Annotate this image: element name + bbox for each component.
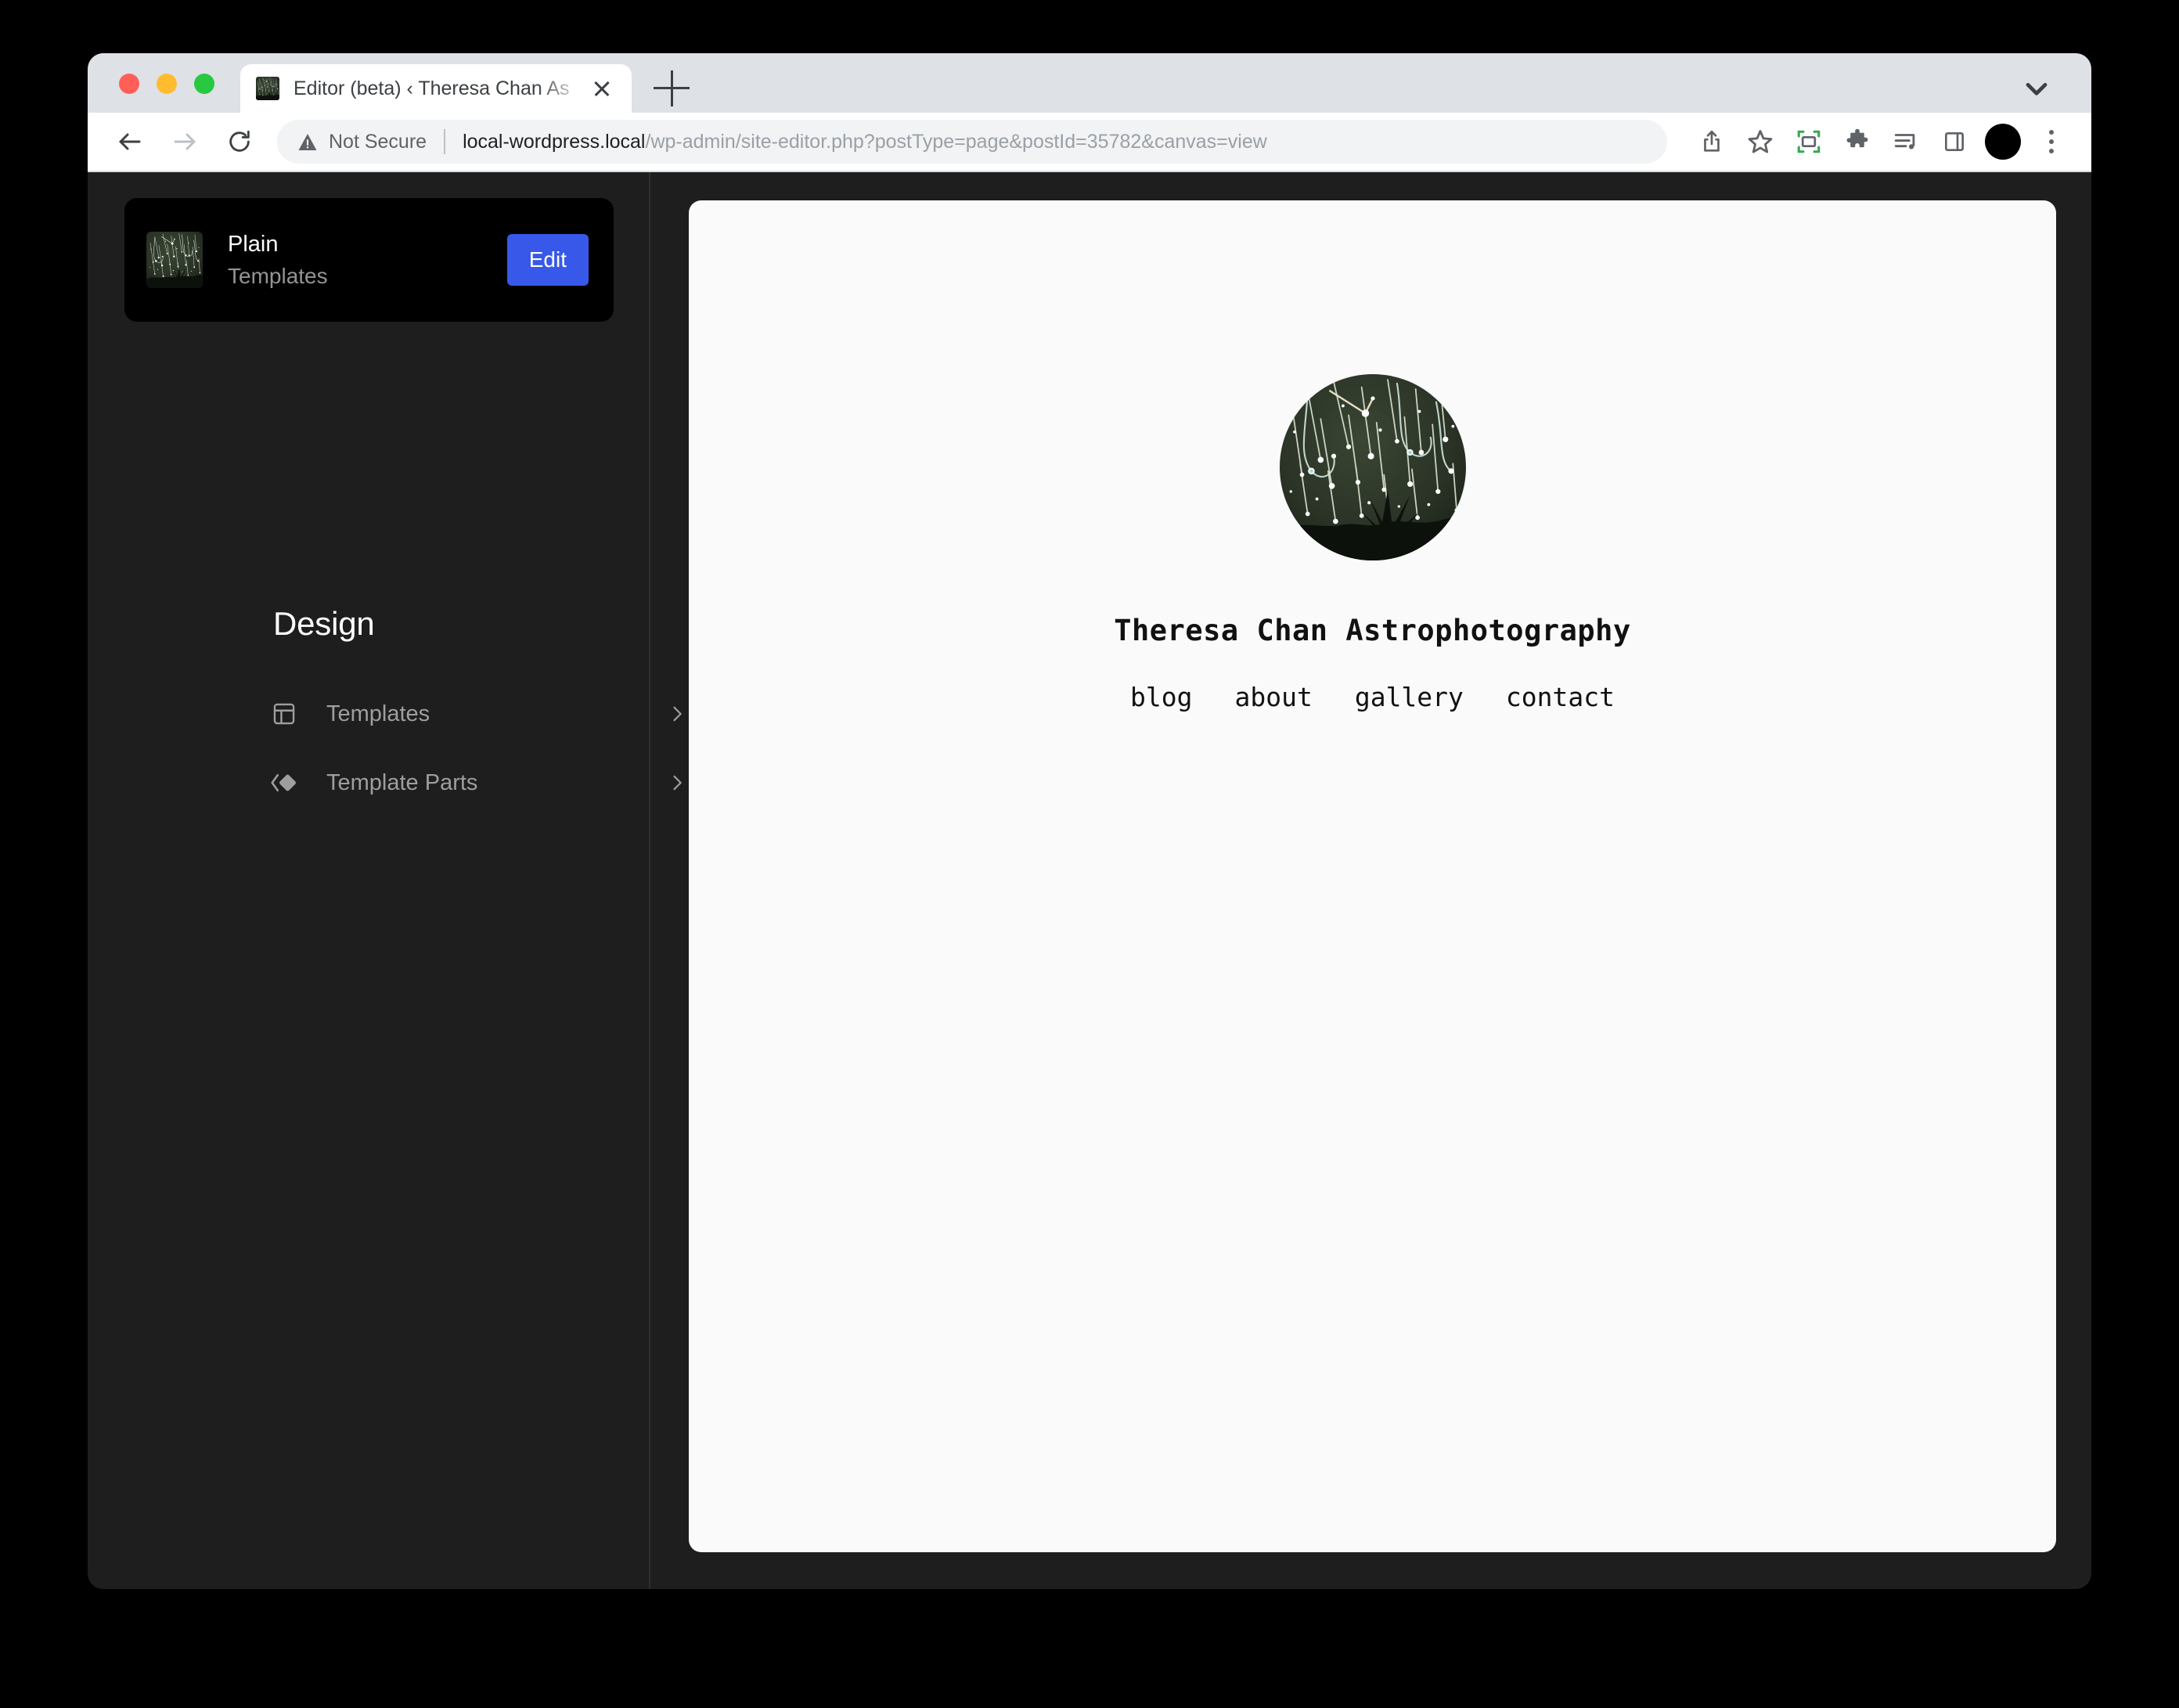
extensions-puzzle-icon[interactable] bbox=[1833, 117, 1882, 166]
screen-capture-icon[interactable] bbox=[1785, 117, 1833, 166]
media-playlist-icon[interactable] bbox=[1882, 117, 1930, 166]
nav-link-gallery[interactable]: gallery bbox=[1355, 682, 1464, 712]
omnibox[interactable]: Not Secure local-wordpress.local/wp-admi… bbox=[277, 120, 1667, 164]
site-title: Theresa Chan Astrophotography bbox=[1114, 614, 1631, 647]
close-window-button[interactable] bbox=[119, 74, 139, 94]
close-icon[interactable] bbox=[588, 74, 616, 103]
site-thumbnail bbox=[146, 232, 203, 288]
url-host: local-wordpress.local bbox=[463, 130, 646, 153]
layout-icon bbox=[264, 694, 304, 734]
reload-icon[interactable] bbox=[219, 121, 260, 162]
site-header: Theresa Chan Astrophotography blog about… bbox=[689, 374, 2056, 712]
edit-button[interactable]: Edit bbox=[506, 234, 589, 286]
editor-sidebar: Plain Templates Edit Design Templates Te… bbox=[88, 172, 682, 1589]
three-dot-menu-icon[interactable] bbox=[2027, 117, 2076, 166]
avatar bbox=[1985, 124, 2021, 160]
forward-arrow-icon bbox=[164, 121, 205, 162]
site-logo-star-trails bbox=[1279, 374, 1466, 560]
url-path: /wp-admin/site-editor.php?postType=page&… bbox=[645, 130, 1267, 153]
nav-link-blog[interactable]: blog bbox=[1130, 682, 1192, 712]
site-card-title: Plain bbox=[228, 231, 279, 257]
new-tab-button[interactable] bbox=[654, 70, 690, 106]
omnibox-divider bbox=[444, 129, 446, 154]
browser-tab[interactable]: Editor (beta) ‹ Theresa Chan As bbox=[240, 64, 632, 113]
site-card-text: Plain Templates bbox=[228, 230, 507, 290]
browser-window: Editor (beta) ‹ Theresa Chan As Not Secu… bbox=[88, 53, 2091, 1589]
symbol-filled-icon bbox=[264, 762, 304, 803]
canvas-area: Theresa Chan Astrophotography blog about… bbox=[650, 172, 2091, 1589]
minimize-window-button[interactable] bbox=[157, 74, 177, 94]
sidebar-item-templates[interactable]: Templates bbox=[264, 679, 702, 748]
url-text: local-wordpress.local/wp-admin/site-edit… bbox=[463, 131, 1267, 153]
traffic-lights bbox=[119, 74, 214, 94]
sidebar-item-label: Template Parts bbox=[326, 769, 478, 795]
page-title: Design bbox=[273, 605, 375, 642]
bookmark-star-icon[interactable] bbox=[1736, 117, 1785, 166]
side-panel-icon[interactable] bbox=[1930, 117, 1979, 166]
back-arrow-icon[interactable] bbox=[110, 121, 150, 162]
address-bar: Not Secure local-wordpress.local/wp-admi… bbox=[88, 113, 2091, 172]
site-card[interactable]: Plain Templates Edit bbox=[124, 198, 614, 322]
browser-toolbar-icons bbox=[1687, 117, 2091, 166]
star-trails-favicon bbox=[256, 77, 279, 100]
security-status-label: Not Secure bbox=[329, 130, 427, 153]
warning-triangle-icon[interactable] bbox=[297, 133, 318, 151]
chevron-down-icon[interactable] bbox=[2019, 70, 2054, 105]
site-navigation: blog about gallery contact bbox=[1130, 682, 1615, 712]
sidebar-item-template-parts[interactable]: Template Parts bbox=[264, 748, 702, 817]
tab-title: Editor (beta) ‹ Theresa Chan As bbox=[294, 77, 570, 99]
nav-link-contact[interactable]: contact bbox=[1506, 682, 1615, 712]
tab-strip: Editor (beta) ‹ Theresa Chan As bbox=[88, 53, 2091, 113]
maximize-window-button[interactable] bbox=[194, 74, 214, 94]
nav-link-about[interactable]: about bbox=[1234, 682, 1312, 712]
share-icon[interactable] bbox=[1687, 117, 1736, 166]
sidebar-item-label: Templates bbox=[326, 701, 430, 726]
profile-avatar-icon[interactable] bbox=[1979, 117, 2027, 166]
design-nav-list: Templates Template Parts bbox=[264, 679, 702, 817]
site-preview-canvas[interactable]: Theresa Chan Astrophotography blog about… bbox=[689, 200, 2056, 1552]
site-editor-app: Plain Templates Edit Design Templates Te… bbox=[88, 172, 2091, 1589]
site-card-subtitle: Templates bbox=[228, 263, 328, 288]
